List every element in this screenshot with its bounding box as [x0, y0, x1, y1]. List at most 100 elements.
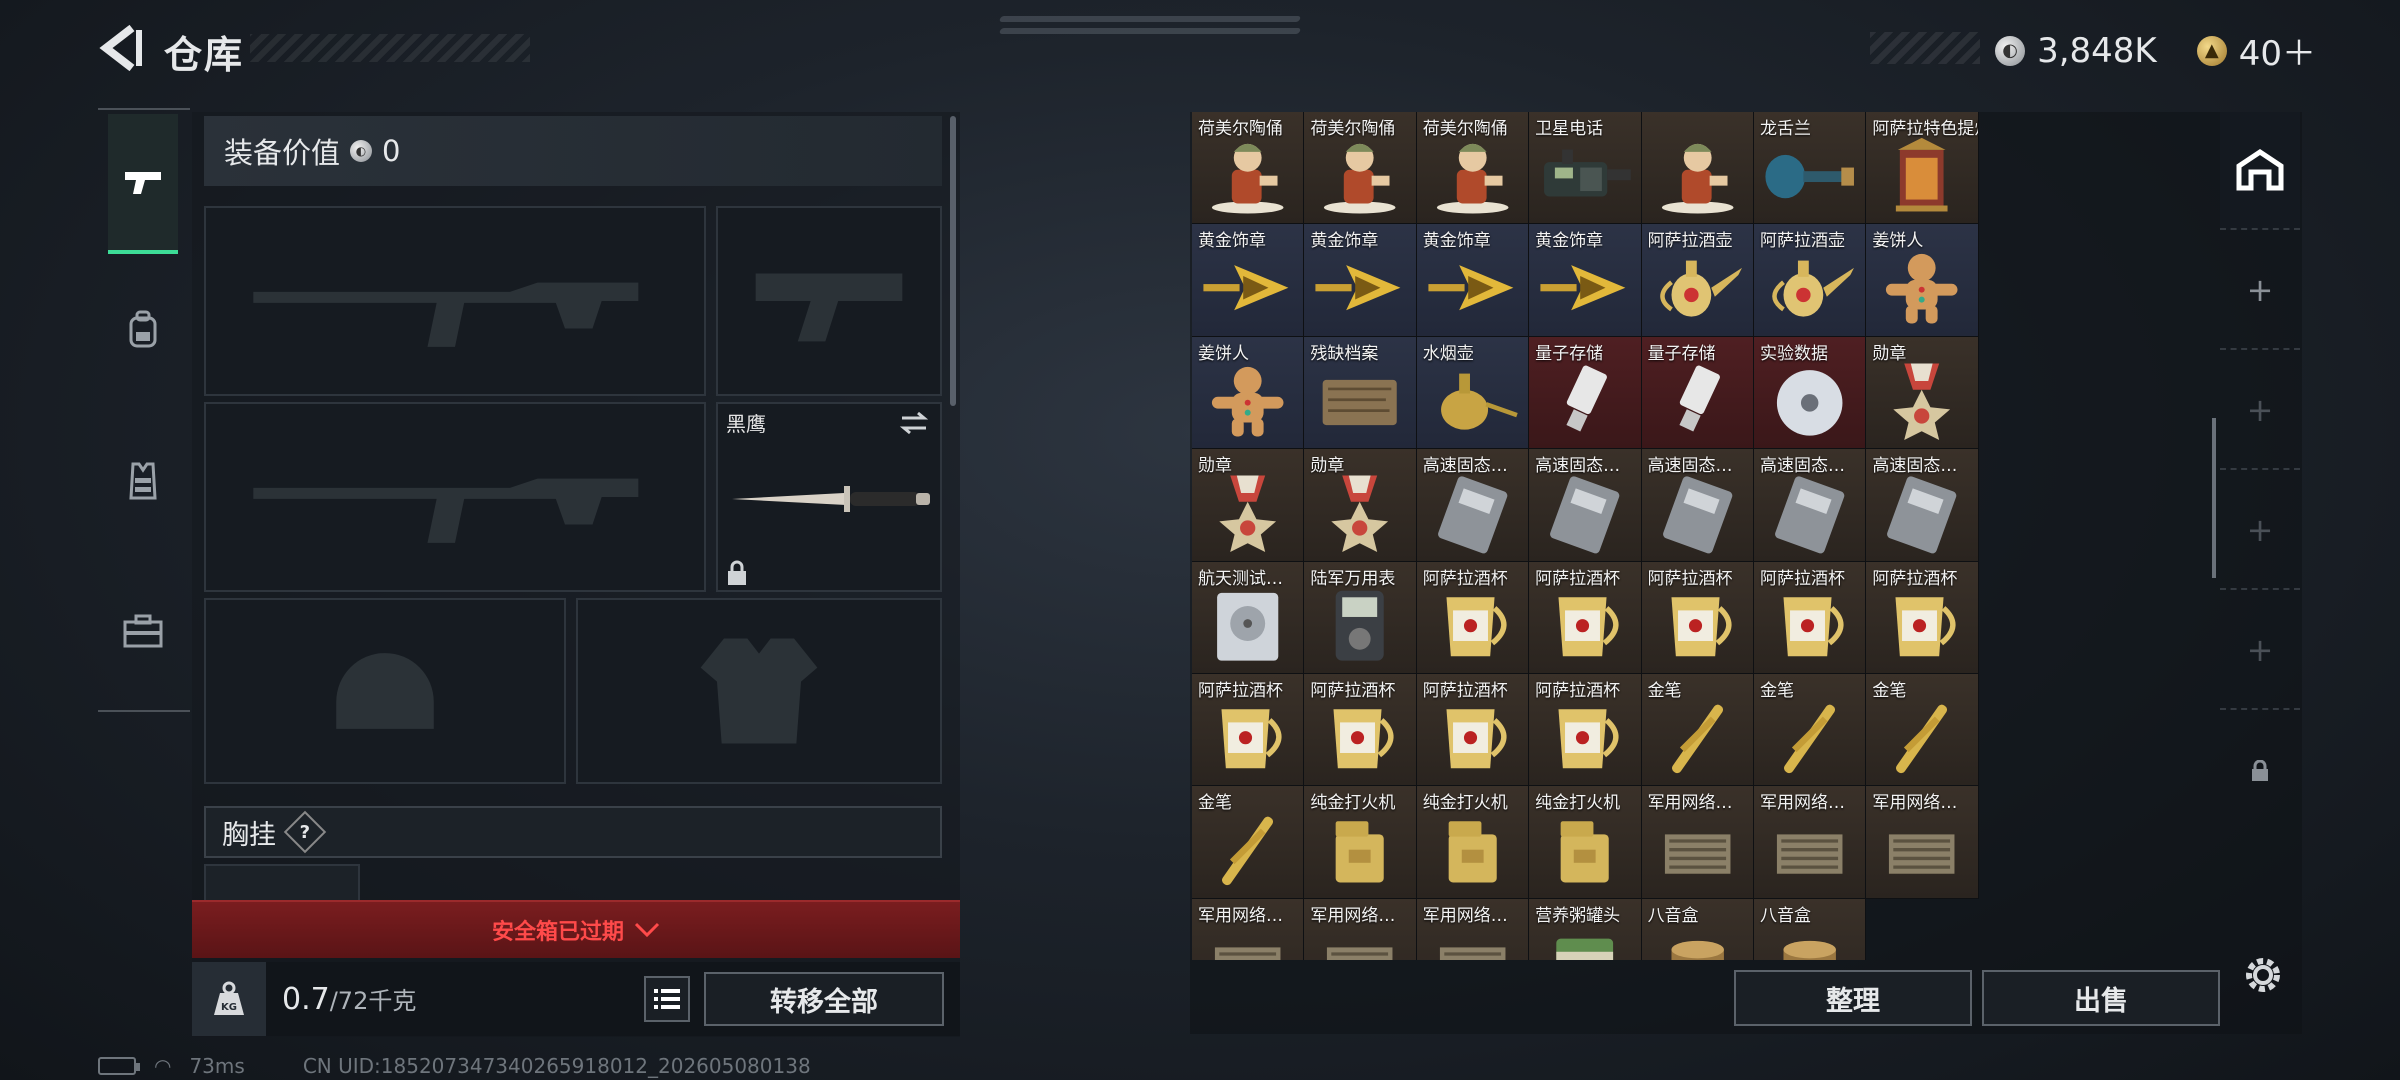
- pistol-slot[interactable]: [716, 206, 942, 396]
- inventory-item[interactable]: 姜饼人: [1192, 336, 1305, 450]
- inventory-item[interactable]: 阿萨拉酒杯: [1529, 673, 1642, 787]
- inventory-item[interactable]: 阿萨拉酒杯: [1416, 561, 1530, 674]
- inventory-item[interactable]: 黄金饰章: [1192, 224, 1305, 337]
- inventory-item[interactable]: 军用网络…: [1866, 786, 1979, 899]
- inventory-item[interactable]: 勋章: [1304, 449, 1417, 562]
- equipment-value-label: 装备价值: [224, 136, 341, 170]
- inventory-item[interactable]: 金笔: [1866, 673, 1979, 787]
- warehouse-icon: [2236, 148, 2284, 191]
- inventory-item[interactable]: 黄金饰章: [1529, 224, 1642, 337]
- inventory-item[interactable]: 荷美尔陶俑: [1192, 112, 1305, 225]
- currency-decoration: [1870, 32, 1980, 64]
- item-name: 阿萨拉酒杯: [1198, 680, 1283, 701]
- inventory-item[interactable]: 量子存储: [1641, 336, 1754, 450]
- inventory-item[interactable]: 荷美尔陶俑: [1416, 112, 1530, 225]
- sell-button[interactable]: 出售: [1982, 970, 2220, 1026]
- tidy-button[interactable]: 整理: [1734, 970, 1972, 1026]
- gear-icon[interactable]: [2240, 952, 2286, 998]
- satphone-icon: [1535, 132, 1634, 219]
- inventory-item[interactable]: 龙舌兰: [1753, 112, 1867, 225]
- inventory-item[interactable]: 阿萨拉酒壶: [1641, 224, 1754, 337]
- helmet-slot[interactable]: [204, 598, 566, 784]
- inventory-item[interactable]: 军用网络…: [1416, 898, 1530, 960]
- loadout-tabs: [98, 108, 190, 712]
- item-name: 金笔: [1647, 680, 1682, 701]
- inventory-item[interactable]: 水烟壶: [1416, 336, 1530, 450]
- inventory-item[interactable]: 阿萨拉酒杯: [1753, 561, 1867, 674]
- add-page-button-3[interactable]: +: [2220, 472, 2300, 590]
- tab-backpack[interactable]: [108, 260, 178, 400]
- inventory-item[interactable]: 八音盒: [1641, 898, 1754, 960]
- secondary-weapon-slot[interactable]: [204, 402, 706, 592]
- item-name: 荷美尔陶俑: [1310, 119, 1396, 139]
- inventory-item[interactable]: 勋章: [1192, 449, 1305, 562]
- warehouse-scrollbar[interactable]: [2212, 418, 2216, 578]
- tab-case[interactable]: [108, 560, 178, 700]
- safe-box-banner[interactable]: 安全箱已过期: [192, 900, 960, 958]
- gingerbread-icon: [1872, 244, 1971, 331]
- silver-amount: 3,848K: [2037, 30, 2157, 71]
- locked-page-button[interactable]: [2220, 712, 2300, 830]
- inventory-item[interactable]: [1641, 112, 1754, 225]
- add-page-button-4[interactable]: +: [2220, 592, 2300, 710]
- item-name: 姜饼人: [1872, 231, 1924, 252]
- inventory-item[interactable]: 军用网络…: [1753, 786, 1867, 899]
- inventory-item[interactable]: 纯金打火机: [1416, 786, 1530, 899]
- rifle-silhouette-icon: [253, 478, 639, 543]
- melee-slot[interactable]: 黑鹰: [716, 402, 942, 592]
- transfer-all-button[interactable]: 转移全部: [704, 972, 944, 1026]
- add-page-button-1[interactable]: +: [2220, 232, 2300, 350]
- inventory-item[interactable]: 勋章: [1866, 336, 1979, 450]
- add-page-button-2[interactable]: +: [2220, 352, 2300, 470]
- inventory-item[interactable]: 高速固态…: [1641, 449, 1754, 562]
- equipment-scrollbar[interactable]: [950, 116, 956, 406]
- inventory-item[interactable]: 黄金饰章: [1304, 224, 1417, 337]
- inventory-item[interactable]: 阿萨拉酒杯: [1416, 673, 1530, 787]
- cup-icon: [1760, 582, 1859, 669]
- inventory-item[interactable]: 阿萨拉酒杯: [1866, 561, 1979, 674]
- inventory-item[interactable]: 军用网络…: [1192, 898, 1305, 960]
- armor-slot[interactable]: [576, 598, 942, 784]
- inventory-item[interactable]: 阿萨拉酒杯: [1192, 673, 1305, 787]
- cup-icon: [1423, 694, 1522, 781]
- inventory-item[interactable]: 金笔: [1753, 673, 1867, 787]
- inventory-item[interactable]: 阿萨拉酒杯: [1304, 673, 1417, 787]
- inventory-item[interactable]: 残缺档案: [1304, 336, 1417, 450]
- inventory-item[interactable]: 纯金打火机: [1304, 786, 1417, 899]
- inventory-item[interactable]: 陆军万用表: [1304, 561, 1417, 674]
- inventory-item[interactable]: 高速固态…: [1866, 449, 1979, 562]
- inventory-item[interactable]: 阿萨拉酒杯: [1641, 561, 1754, 674]
- primary-weapon-slot[interactable]: [204, 206, 706, 396]
- tab-vest[interactable]: [108, 410, 178, 550]
- inventory-item[interactable]: 军用网络…: [1641, 786, 1754, 899]
- inventory-item[interactable]: 军用网络…: [1304, 898, 1417, 960]
- inventory-item[interactable]: 黄金饰章: [1416, 224, 1530, 337]
- inventory-item[interactable]: 金笔: [1641, 673, 1754, 787]
- gold-amount[interactable]: 40＋: [2239, 26, 2316, 75]
- inventory-item[interactable]: 量子存储: [1529, 336, 1642, 450]
- inventory-item[interactable]: 高速固态…: [1416, 449, 1530, 562]
- warehouse-home-tab[interactable]: [2220, 112, 2300, 230]
- chest-rig-slot[interactable]: 胸挂 ?: [204, 806, 942, 858]
- help-icon[interactable]: ?: [283, 810, 327, 854]
- inventory-item[interactable]: 姜饼人: [1866, 224, 1979, 337]
- inventory-item[interactable]: 八音盒: [1753, 898, 1867, 960]
- inventory-item[interactable]: 高速固态…: [1529, 449, 1642, 562]
- hookah-icon: [1423, 357, 1522, 444]
- inventory-item[interactable]: 荷美尔陶俑: [1304, 112, 1417, 225]
- back-arrow-icon[interactable]: [98, 24, 142, 72]
- chest-rig-cell[interactable]: [204, 864, 360, 904]
- inventory-item[interactable]: 实验数据: [1753, 336, 1867, 450]
- inventory-item[interactable]: 航天测试…: [1192, 561, 1305, 674]
- swap-icon[interactable]: [898, 410, 930, 436]
- inventory-item[interactable]: 高速固态…: [1753, 449, 1867, 562]
- inventory-item[interactable]: 营养粥罐头: [1529, 898, 1642, 960]
- tab-weapons[interactable]: [108, 114, 178, 254]
- inventory-item[interactable]: 金笔: [1192, 786, 1305, 899]
- inventory-item[interactable]: 阿萨拉酒壶: [1753, 224, 1867, 337]
- inventory-item[interactable]: 纯金打火机: [1529, 786, 1642, 899]
- inventory-item[interactable]: 卫星电话: [1529, 112, 1642, 225]
- list-view-button[interactable]: [644, 976, 690, 1022]
- inventory-item[interactable]: 阿萨拉特色提灯: [1866, 112, 1979, 225]
- inventory-item[interactable]: 阿萨拉酒杯: [1529, 561, 1642, 674]
